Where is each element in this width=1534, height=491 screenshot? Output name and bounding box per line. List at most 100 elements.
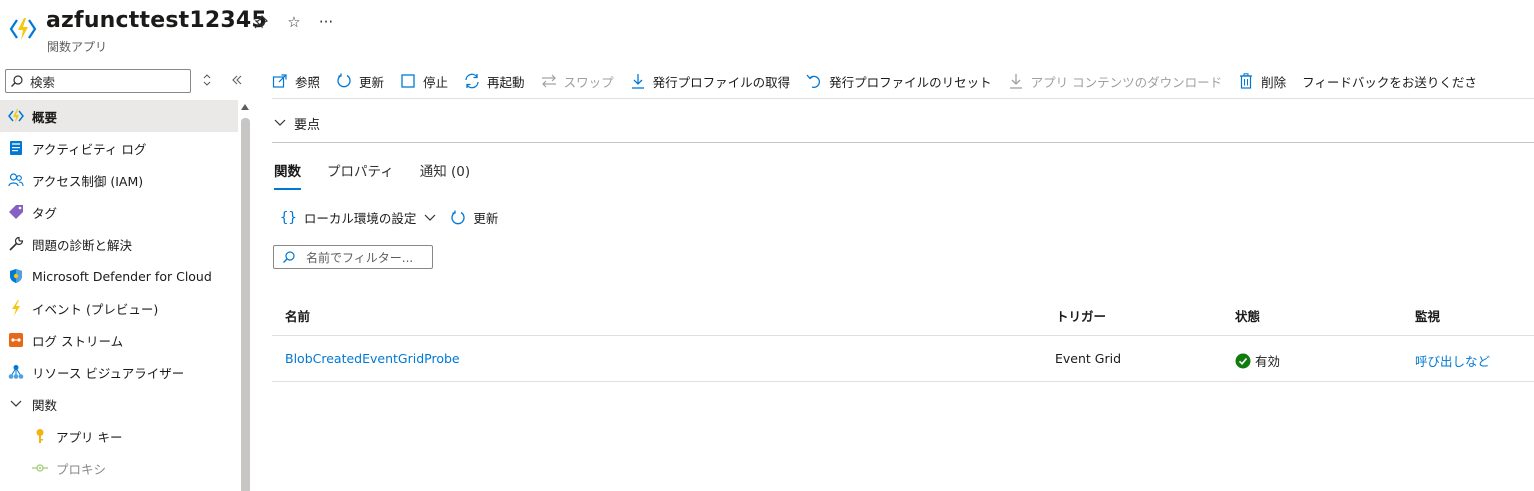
tab-properties[interactable]: プロパティ <box>327 160 394 190</box>
wrench-icon <box>8 236 24 252</box>
search-icon <box>283 251 295 263</box>
column-header-monitor[interactable]: 監視 <box>1415 306 1440 325</box>
log-stream-icon <box>8 332 24 348</box>
refresh-button[interactable]: 更新 <box>336 72 384 91</box>
sidebar-item-defender[interactable]: Microsoft Defender for Cloud <box>0 260 238 292</box>
page-header: azfuncttest12345 関数アプリ ☆ ··· <box>0 0 1534 62</box>
download-icon <box>1008 73 1024 89</box>
browse-label: 参照 <box>295 74 321 90</box>
feedback-label: フィードバックをお送りくださ <box>1302 74 1477 90</box>
scroll-thumb[interactable] <box>241 118 250 491</box>
monitor-link[interactable]: 呼び出しなど <box>1415 351 1490 370</box>
stop-button[interactable]: 停止 <box>400 72 448 91</box>
name-filter-input[interactable]: 名前でフィルター... <box>273 245 433 269</box>
command-bar-divider <box>272 98 1534 99</box>
favorite-star-icon[interactable]: ☆ <box>284 12 304 32</box>
hierarchy-icon <box>8 364 24 380</box>
delete-button[interactable]: 削除 <box>1238 72 1286 91</box>
sidebar-item-resource-visualizer[interactable]: リソース ビジュアライザー <box>0 356 238 388</box>
shield-icon <box>8 268 24 284</box>
page-title: azfuncttest12345 <box>46 8 267 33</box>
download-app-content-label: アプリ コンテンツのダウンロード <box>1030 74 1223 90</box>
sidebar-item-tags[interactable]: タグ <box>0 196 238 228</box>
sidebar-item-label: アプリ キー <box>56 429 123 445</box>
functions-table: 名前 トリガー 状態 監視 BlobCreatedEventGridProbe … <box>272 292 1534 382</box>
functions-refresh-label: 更新 <box>473 211 499 226</box>
sidebar-item-activity-log[interactable]: アクティビティ ログ <box>0 132 238 164</box>
sidebar-item-overview[interactable]: 概要 <box>0 100 238 132</box>
pin-icon[interactable] <box>251 12 271 32</box>
menu-search-input[interactable]: 検索 <box>5 69 191 93</box>
collapse-menu-icon[interactable] <box>229 72 245 88</box>
resource-menu-list: 概要 アクティビティ ログ アクセス制御 (IAM) タグ 問題の診断と解決 M… <box>0 100 238 484</box>
sidebar-item-label: ログ ストリーム <box>32 333 124 349</box>
sidebar-item-label: リソース ビジュアライザー <box>32 365 185 381</box>
more-options-icon[interactable]: ··· <box>316 12 336 32</box>
sidebar-item-label: 概要 <box>32 109 58 125</box>
local-env-setup-button[interactable]: {} ローカル環境の設定 <box>280 208 436 227</box>
functions-toolbar: {} ローカル環境の設定 更新 <box>280 208 512 227</box>
column-header-name[interactable]: 名前 <box>285 306 310 325</box>
feedback-button[interactable]: フィードバックをお送りくださ <box>1302 72 1477 91</box>
stop-label: 停止 <box>423 74 449 90</box>
restart-icon <box>464 73 480 89</box>
sidebar-item-label: プロキシ <box>56 461 107 477</box>
sidebar-item-app-keys[interactable]: アプリ キー <box>0 420 238 452</box>
restart-button[interactable]: 再起動 <box>464 72 525 91</box>
sidebar-item-diagnose[interactable]: 問題の診断と解決 <box>0 228 238 260</box>
reset-publish-profile-button[interactable]: 発行プロファイルのリセット <box>806 72 992 91</box>
refresh-label: 更新 <box>359 74 385 90</box>
delete-label: 削除 <box>1261 74 1287 90</box>
sidebar-item-events[interactable]: イベント (プレビュー) <box>0 292 238 324</box>
get-publish-profile-button[interactable]: 発行プロファイルの取得 <box>630 72 790 91</box>
lightning-icon <box>8 300 24 316</box>
sidebar-item-label: アクセス制御 (IAM) <box>32 173 144 189</box>
local-env-setup-label: ローカル環境の設定 <box>303 211 417 226</box>
function-name-link[interactable]: BlobCreatedEventGridProbe <box>285 351 460 366</box>
column-header-status[interactable]: 状態 <box>1235 306 1260 325</box>
refresh-icon <box>336 73 352 89</box>
swap-icon <box>541 73 557 89</box>
tab-notifications[interactable]: 通知 (0) <box>420 160 470 190</box>
sidebar-group-functions[interactable]: 関数 <box>0 388 238 420</box>
download-app-content-button[interactable]: アプリ コンテンツのダウンロード <box>1008 72 1222 91</box>
download-icon <box>630 73 646 89</box>
sidebar-item-iam[interactable]: アクセス制御 (IAM) <box>0 164 238 196</box>
sidebar-group-label: 関数 <box>32 397 58 413</box>
expand-collapse-icon[interactable] <box>199 72 215 88</box>
sidebar-item-label: タグ <box>32 205 58 221</box>
proxy-icon <box>32 460 48 476</box>
sidebar-item-label: アクティビティ ログ <box>32 141 147 157</box>
column-header-trigger[interactable]: トリガー <box>1056 306 1106 325</box>
restart-label: 再起動 <box>487 74 525 90</box>
people-icon <box>8 172 24 188</box>
function-app-icon <box>8 108 24 124</box>
swap-button[interactable]: スワップ <box>541 72 614 91</box>
functions-refresh-button[interactable]: 更新 <box>450 208 498 227</box>
sidebar-item-log-stream[interactable]: ログ ストリーム <box>0 324 238 356</box>
table-row: BlobCreatedEventGridProbe Event Grid 有効 … <box>272 336 1534 382</box>
activity-log-icon <box>8 140 24 156</box>
resource-menu: 検索 概要 アクティビティ ログ アクセス制御 (IAM) タグ 問題の診断と解… <box>0 62 252 491</box>
function-trigger: Event Grid <box>1055 351 1122 366</box>
swap-label: スワップ <box>563 74 614 90</box>
open-external-icon <box>272 73 288 89</box>
sidebar-item-label: Microsoft Defender for Cloud <box>32 268 212 284</box>
success-check-icon <box>1235 353 1251 368</box>
reset-publish-profile-label: 発行プロファイルのリセット <box>829 74 992 90</box>
chevron-down-icon <box>424 214 436 222</box>
status-label: 有効 <box>1255 354 1281 369</box>
function-status: 有効 <box>1235 351 1280 370</box>
essentials-toggle[interactable]: 要点 <box>274 114 320 133</box>
tag-icon <box>8 204 24 220</box>
sidebar-item-proxies[interactable]: プロキシ <box>0 452 238 484</box>
tab-functions[interactable]: 関数 <box>274 160 301 190</box>
stop-icon <box>400 73 416 89</box>
chevron-down-icon <box>274 116 288 131</box>
menu-scrollbar[interactable] <box>240 104 250 491</box>
scroll-up-arrow-icon[interactable] <box>241 104 249 110</box>
search-icon <box>11 75 23 87</box>
undo-icon <box>806 73 822 89</box>
resource-type-label: 関数アプリ <box>47 40 108 54</box>
browse-button[interactable]: 参照 <box>272 72 320 91</box>
